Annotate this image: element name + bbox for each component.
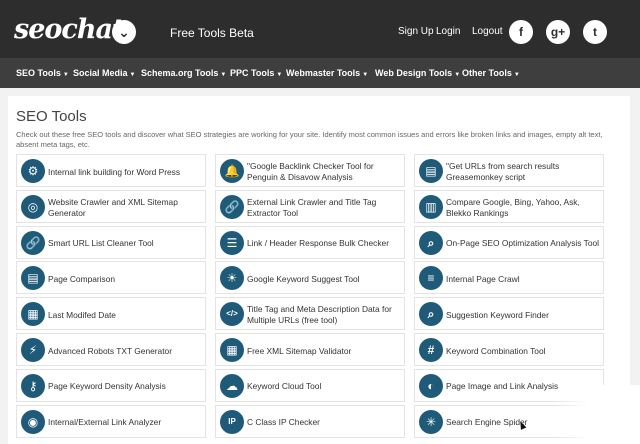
tool-label[interactable]: C Class IP Checker	[247, 411, 400, 435]
tool-label[interactable]: Google Keyword Suggest Tool	[247, 267, 400, 291]
tool-card[interactable]: ◉ Internal/External Link Analyzer	[16, 404, 206, 438]
tool-card[interactable]: ▦ Last Modifed Date	[16, 297, 206, 331]
tool-label[interactable]: Website Crawler and XML Sitemap Generato…	[48, 196, 201, 220]
nav-webmaster-tools[interactable]: Webmaster Tools ▼	[286, 68, 368, 78]
tool-card[interactable]: ⚡ Advanced Robots TXT Generator	[16, 333, 206, 366]
caret-down-icon: ▼	[362, 72, 369, 78]
tool-card[interactable]: ▥ Compare Google, Bing, Yahoo, Ask, Blekk…	[414, 189, 604, 223]
lightbulb-icon: ☀	[220, 266, 244, 291]
tool-card[interactable]: ▦ Free XML Sitemap Validator	[215, 333, 405, 366]
tool-card[interactable]: ▤ "Get URLs from search results Greasemon…	[414, 154, 604, 187]
logout-link[interactable]: Logout	[472, 26, 503, 37]
cloud-icon: ☁	[220, 373, 244, 398]
tool-label[interactable]: Smart URL List Cleaner Tool	[48, 232, 201, 256]
tool-card[interactable]: ☰ Link / Header Response Bulk Checker	[215, 225, 405, 259]
google-plus-icon[interactable]: g+	[546, 20, 570, 44]
tool-label[interactable]: External Link Crawler and Title Tag Extr…	[247, 196, 400, 220]
tool-card[interactable]: 🔗 Smart URL List Cleaner Tool	[16, 225, 206, 259]
nav-schema-tools[interactable]: Schema.org Tools ▼	[141, 68, 226, 78]
tool-card[interactable]: </> Title Tag and Meta Description Data f…	[215, 297, 405, 331]
caret-down-icon: ▼	[129, 72, 136, 78]
tool-card[interactable]: ≡ Internal Page Crawl	[414, 261, 604, 295]
nav-other-tools[interactable]: Other Tools ▼	[462, 68, 520, 78]
caret-down-icon: ▼	[276, 72, 283, 78]
tool-card[interactable]: ⌕ Suggestion Keyword Finder	[414, 297, 604, 331]
main-navigation: SEO Tools ▼ Social Media ▼ Schema.org Tool…	[0, 58, 640, 88]
tool-label[interactable]: Keyword Cloud Tool	[247, 375, 400, 399]
product-title: Free Tools Beta	[170, 26, 254, 40]
tool-card[interactable]: ☁ Keyword Cloud Tool	[215, 368, 405, 402]
nav-social-media[interactable]: Social Media ▼	[73, 68, 135, 78]
tool-card[interactable]: 🔗 External Link Crawler and Title Tag Ext…	[215, 189, 405, 223]
twitter-icon[interactable]: t	[583, 20, 607, 44]
nav-web-design-tools[interactable]: Web Design Tools ▼	[375, 68, 460, 78]
tool-card[interactable]: ☀ Google Keyword Suggest Tool	[215, 261, 405, 295]
facebook-icon[interactable]: f	[509, 20, 533, 44]
site-logo[interactable]: seochat	[14, 14, 124, 45]
top-header: seochat ⌄ Free Tools Beta Sign Up Login …	[0, 0, 640, 58]
list-icon: ≡	[419, 266, 443, 291]
tool-label[interactable]: Free XML Sitemap Validator	[247, 339, 400, 363]
tools-icon: ▤	[419, 159, 443, 183]
tool-label[interactable]: Advanced Robots TXT Generator	[48, 339, 201, 363]
tool-label[interactable]: Page Keyword Density Analysis	[48, 375, 201, 399]
tool-label[interactable]: Internal/External Link Analyzer	[48, 411, 201, 435]
tool-card[interactable]: ▤ Page Comparison	[16, 261, 206, 295]
tool-card[interactable]: ⌕ On-Page SEO Optimization Analysis Tool	[414, 225, 604, 259]
chevron-down-icon[interactable]: ⌄	[112, 20, 136, 44]
globe-icon: ◉	[21, 409, 45, 434]
document-icon: ☰	[220, 230, 244, 255]
document-icon: ▤	[21, 266, 45, 291]
link-icon: 🔗	[21, 230, 45, 255]
tool-label[interactable]: Keyword Combination Tool	[446, 339, 599, 363]
bolt-icon: ⚡	[21, 338, 45, 362]
tool-card[interactable]: 🔔 "Google Backlink Checker Tool for Pengu…	[215, 154, 405, 187]
tool-label[interactable]: Compare Google, Bing, Yahoo, Ask, Blekko…	[446, 196, 599, 220]
search-icon: ⌕	[419, 230, 443, 255]
sign-up-link[interactable]: Sign Up	[398, 26, 434, 37]
globe-icon: ◎	[21, 194, 45, 219]
tool-card[interactable]: ⚙ Internal link building for Word Press	[16, 154, 206, 187]
login-link[interactable]: Login	[436, 26, 460, 37]
tool-card[interactable]: # Keyword Combination Tool	[414, 333, 604, 366]
caret-down-icon: ▼	[454, 72, 461, 78]
network-icon: ⚙	[21, 159, 45, 183]
bell-icon: 🔔	[220, 159, 244, 183]
ip-icon: IP	[220, 409, 244, 434]
tool-label[interactable]: Suggestion Keyword Finder	[446, 303, 599, 327]
link-icon: 🔗	[220, 194, 244, 219]
tool-label[interactable]: "Get URLs from search results Greasemonk…	[446, 160, 599, 184]
tool-label[interactable]: Internal Page Crawl	[446, 267, 599, 291]
calendar-icon: ▦	[21, 302, 45, 327]
image-icon: ◐	[419, 373, 443, 398]
tool-label[interactable]: Internal link building for Word Press	[48, 160, 201, 184]
page-title: SEO Tools	[16, 108, 87, 125]
sitemap-icon: ▦	[220, 338, 244, 362]
tool-label[interactable]: Link / Header Response Bulk Checker	[247, 232, 400, 256]
tool-label[interactable]: On-Page SEO Optimization Analysis Tool	[446, 232, 599, 256]
code-icon: </>	[220, 302, 244, 327]
caret-down-icon: ▼	[513, 72, 520, 78]
hashtag-icon: #	[419, 338, 443, 362]
fade-overlay	[555, 385, 640, 444]
spider-icon: ✳	[419, 409, 443, 434]
tool-label[interactable]: Title Tag and Meta Description Data for …	[247, 303, 400, 327]
tool-card[interactable]: ⚷ Page Keyword Density Analysis	[16, 368, 206, 402]
key-icon: ⚷	[21, 373, 45, 398]
tool-label[interactable]: Last Modifed Date	[48, 303, 201, 327]
search-icon: ⌕	[419, 302, 443, 327]
content-panel: SEO Tools Check out these free SEO tools…	[8, 96, 630, 444]
nav-ppc-tools[interactable]: PPC Tools ▼	[230, 68, 282, 78]
caret-down-icon: ▼	[62, 72, 69, 78]
bar-chart-icon: ▥	[419, 194, 443, 219]
nav-seo-tools[interactable]: SEO Tools ▼	[16, 68, 69, 78]
tool-card[interactable]: IP C Class IP Checker	[215, 404, 405, 438]
page-description: Check out these free SEO tools and disco…	[16, 130, 603, 149]
tool-label[interactable]: Page Comparison	[48, 267, 201, 291]
caret-down-icon: ▼	[220, 72, 227, 78]
tool-card[interactable]: ◎ Website Crawler and XML Sitemap Generat…	[16, 189, 206, 223]
tool-label[interactable]: "Google Backlink Checker Tool for Pengui…	[247, 160, 400, 184]
